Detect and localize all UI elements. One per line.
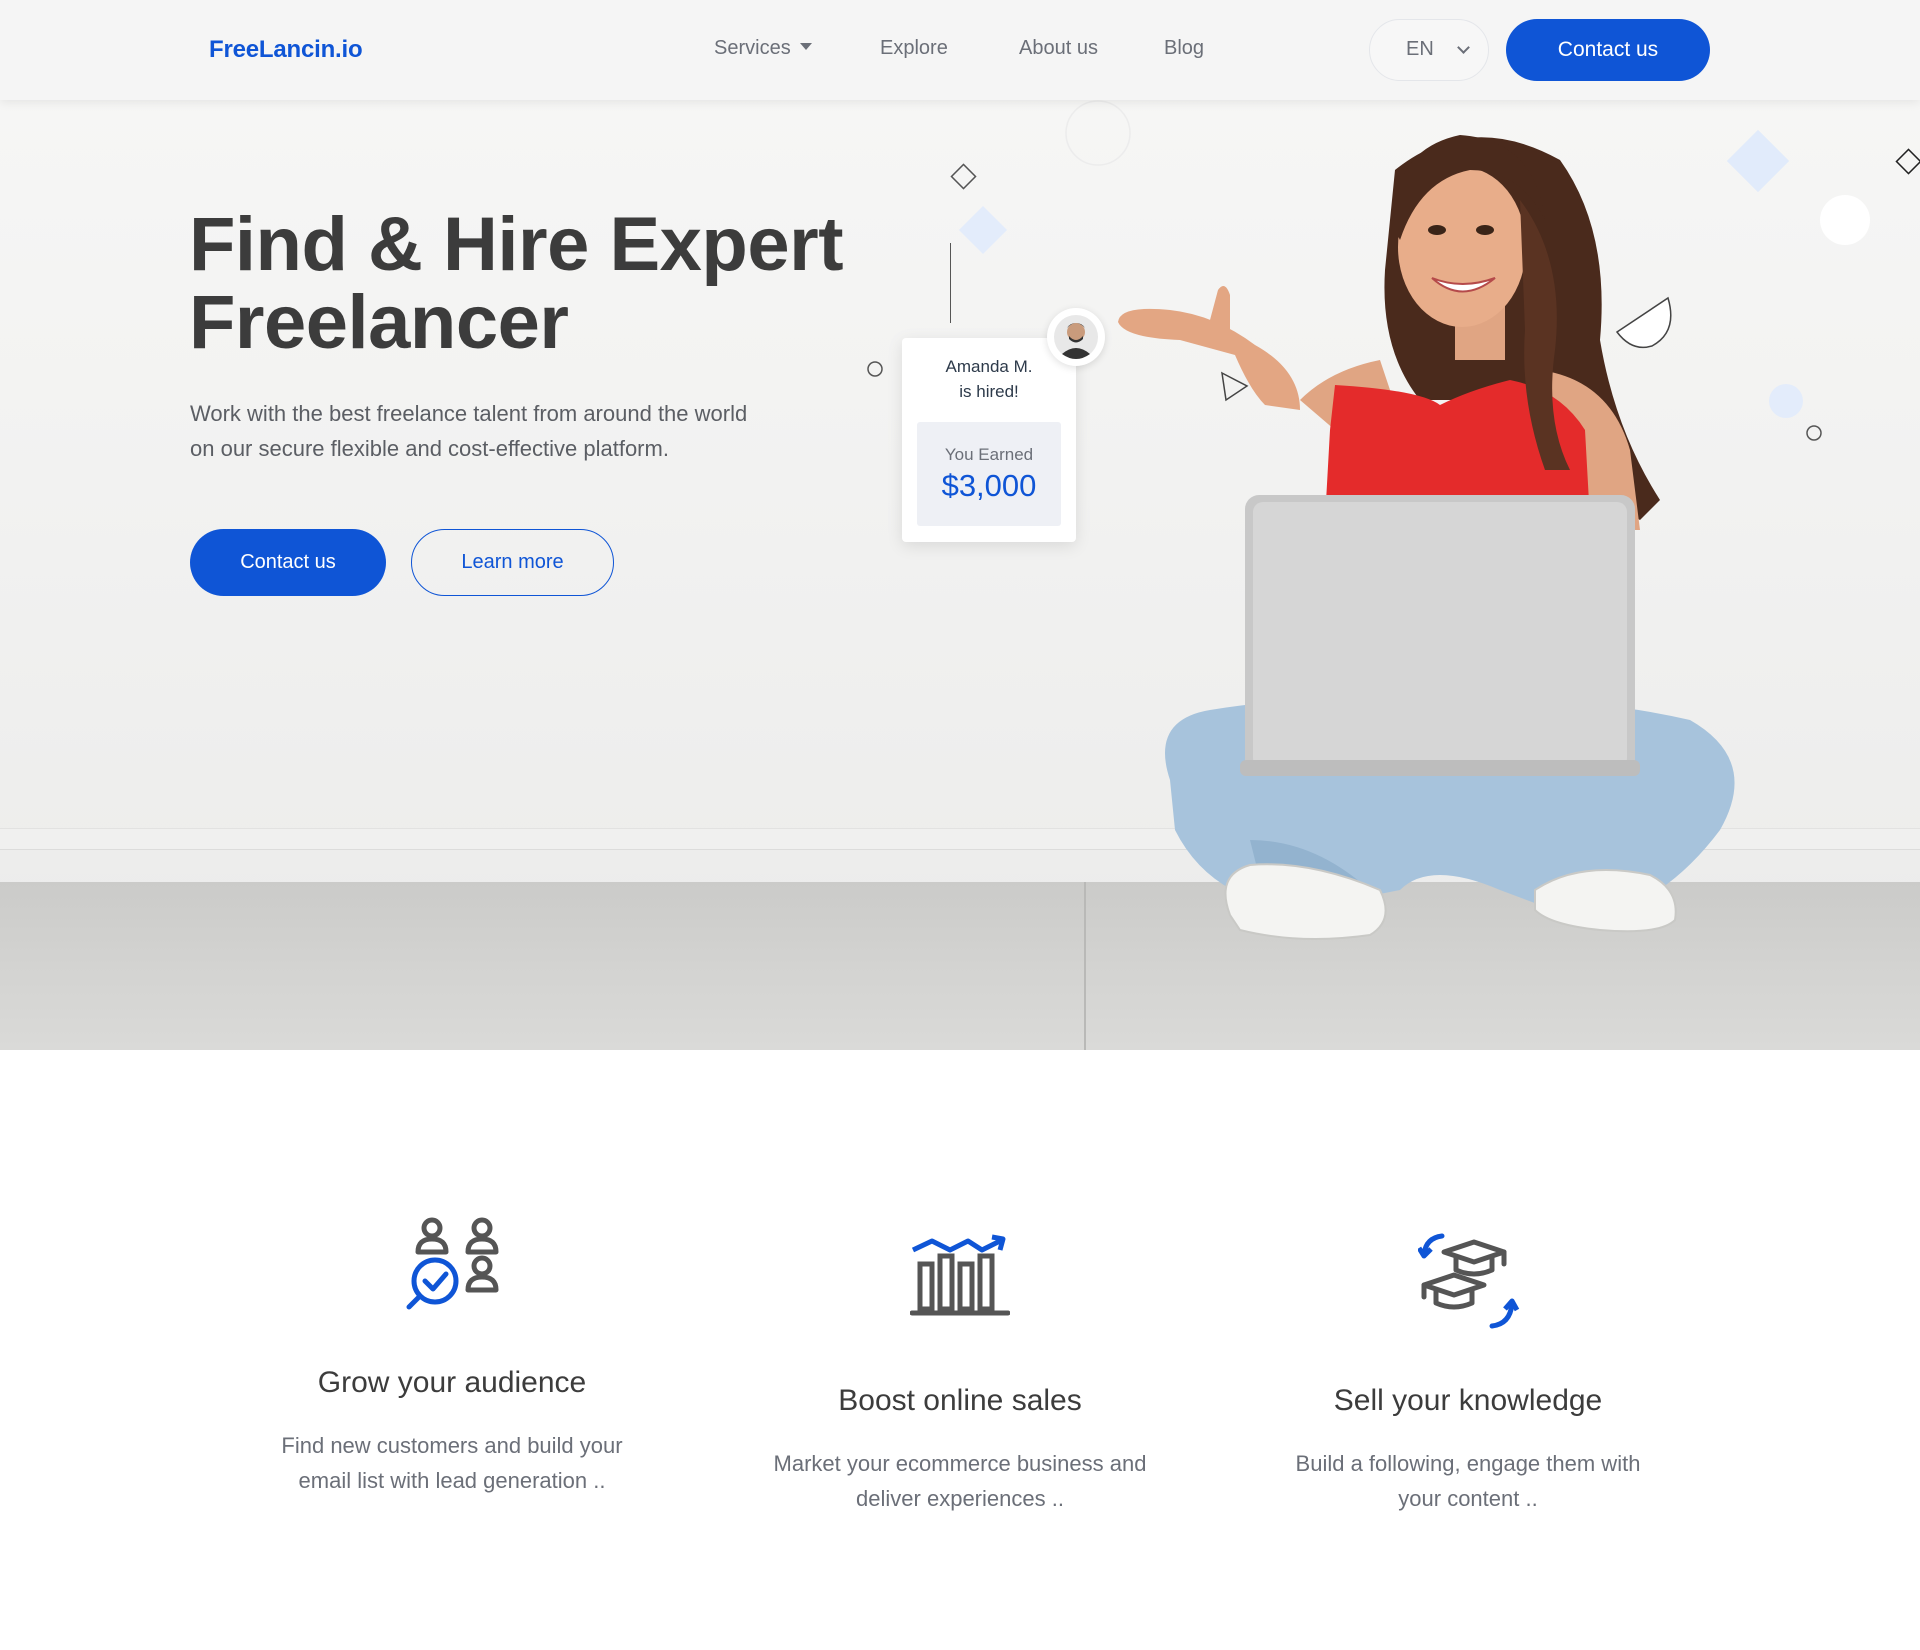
audience-icon xyxy=(406,1217,499,1310)
feature-card: Sell your knowledge Build a following, e… xyxy=(1258,1200,1678,1540)
header-contact-button[interactable]: Contact us xyxy=(1506,19,1710,81)
nav-blog[interactable]: Blog xyxy=(1164,37,1204,60)
feature-description: Find new customers and build your email … xyxy=(281,1433,623,1493)
hero-contact-button[interactable]: Contact us xyxy=(190,529,386,596)
chevron-down-icon xyxy=(1457,41,1470,54)
learn-more-button[interactable]: Learn more xyxy=(411,529,614,596)
hero-title-line1: Find & Hire Expert xyxy=(189,202,844,287)
feature-card: Grow your audience Find new customers an… xyxy=(242,1200,662,1540)
hero-subtitle: Work with the best freelance talent from… xyxy=(190,401,748,461)
hero-title: Find & Hire Expert Freelancer xyxy=(189,206,889,362)
hero-section: Find & Hire Expert Freelancer Work with … xyxy=(0,100,1920,1050)
language-selector[interactable]: EN xyxy=(1369,19,1489,81)
feature-title: Sell your knowledge xyxy=(1333,1384,1603,1417)
site-logo[interactable]: FreeLancin.io xyxy=(209,36,363,64)
earned-box: You Earned $3,000 xyxy=(917,422,1061,526)
nav-services-label: Services xyxy=(714,37,791,59)
feature-title: Boost online sales xyxy=(838,1384,1082,1417)
language-value: EN xyxy=(1406,38,1434,60)
nav-services[interactable]: Services xyxy=(714,37,812,60)
hired-name-line2: is hired! xyxy=(959,382,1019,401)
feature-description: Market your ecommerce business and deliv… xyxy=(773,1451,1147,1511)
feature-title: Grow your audience xyxy=(317,1366,587,1399)
feature-card: Boost online sales Market your ecommerce… xyxy=(750,1200,1170,1540)
nav-explore[interactable]: Explore xyxy=(880,37,948,60)
graduation-cap-icon xyxy=(1418,1233,1520,1329)
hired-notification-card: Amanda M. is hired! You Earned $3,000 xyxy=(902,338,1076,542)
earned-label: You Earned xyxy=(944,445,1034,464)
hero-title-line2: Freelancer xyxy=(189,280,569,365)
sales-chart-icon xyxy=(910,1234,1010,1316)
caret-down-icon xyxy=(799,43,812,51)
nav-about-us[interactable]: About us xyxy=(1019,37,1098,60)
earned-value: $3,000 xyxy=(941,468,1037,503)
avatar xyxy=(1047,308,1105,366)
avatar-image xyxy=(1054,315,1098,359)
site-header: FreeLancin.io Services Explore About us … xyxy=(0,0,1920,100)
feature-description: Build a following, engage them with your… xyxy=(1295,1451,1641,1511)
hired-name-line1: Amanda M. xyxy=(945,357,1033,376)
